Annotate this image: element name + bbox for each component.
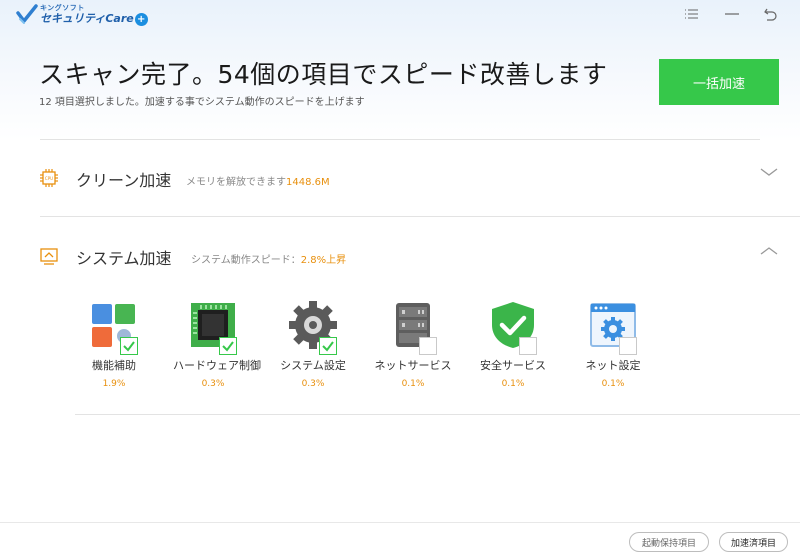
item-system-settings[interactable]: システム設定 0.3%: [273, 300, 353, 389]
item-security-service[interactable]: 安全サービス 0.1%: [473, 300, 553, 389]
cpu-icon: CPU: [40, 169, 58, 187]
system-section-desc: システム動作スピード：2.8%上昇: [191, 251, 346, 266]
boost-all-button[interactable]: 一括加速: [659, 59, 779, 105]
minimize-icon: [725, 13, 739, 15]
brand-small-text: キングソフト: [40, 3, 85, 12]
chevron-up-icon[interactable]: [759, 244, 779, 258]
page-title: スキャン完了。54個の項目でスピード改善します: [39, 60, 608, 89]
item-net-settings[interactable]: ネット設定 0.1%: [573, 300, 653, 389]
svg-text:CPU: CPU: [45, 176, 53, 181]
menu-icon: [685, 9, 698, 19]
system-desc-value: 2.8%上昇: [300, 255, 347, 266]
monitor-icon: [40, 248, 58, 265]
item-percent: 0.3%: [301, 379, 325, 389]
item-percent: 1.9%: [102, 379, 126, 389]
menu-button[interactable]: [682, 4, 702, 24]
back-button[interactable]: [761, 4, 781, 24]
clean-desc-text: メモリを解放できます: [186, 177, 286, 188]
item-checkbox[interactable]: [219, 337, 237, 355]
item-name: ハードウェア制御: [173, 359, 261, 372]
item-percent: 0.1%: [401, 379, 425, 389]
item-checkbox[interactable]: [519, 337, 537, 355]
item-name: 機能補助: [92, 359, 136, 372]
item-name: システム設定: [280, 359, 346, 372]
minimize-button[interactable]: [722, 4, 742, 24]
page-subtitle: 12 項目選択しました。加速する事でシステム動作のスピードを上げます: [39, 97, 365, 108]
brand-name-text: セキュリティCare: [40, 11, 134, 25]
item-name: ネット設定: [585, 359, 641, 372]
footer-divider: [0, 522, 800, 523]
clean-section-desc: メモリを解放できます1448.6M: [186, 173, 330, 188]
item-percent: 0.1%: [601, 379, 625, 389]
check-icon: [222, 341, 234, 352]
chevron-down-icon[interactable]: [759, 166, 779, 180]
item-checkbox[interactable]: [619, 337, 637, 355]
item-percent: 0.3%: [201, 379, 225, 389]
brand-name: セキュリティCare +: [40, 11, 148, 26]
divider: [40, 216, 800, 217]
item-checkbox[interactable]: [319, 337, 337, 355]
brand-badge: +: [134, 12, 148, 26]
item-hardware-control[interactable]: ハードウェア制御 0.3%: [173, 300, 261, 389]
app-logo: キングソフト セキュリティCare +: [16, 3, 148, 27]
divider: [75, 414, 800, 415]
item-checkbox[interactable]: [120, 337, 138, 355]
item-checkbox[interactable]: [419, 337, 437, 355]
item-name: ネットサービス: [374, 359, 452, 372]
divider: [40, 139, 760, 140]
check-icon: [123, 341, 135, 352]
item-percent: 0.1%: [501, 379, 525, 389]
check-icon: [322, 341, 334, 352]
accelerated-items-button[interactable]: 加速済項目: [719, 532, 788, 552]
back-icon: [764, 8, 777, 21]
clean-desc-value: 1448.6M: [286, 177, 330, 188]
item-function-assist[interactable]: 機能補助 1.9%: [74, 300, 154, 389]
startup-items-button[interactable]: 起動保持項目: [629, 532, 709, 552]
system-desc-text: システム動作スピード：: [191, 255, 301, 266]
item-name: 安全サービス: [480, 359, 546, 372]
check-wing-icon: [16, 4, 38, 24]
item-net-service[interactable]: ネットサービス 0.1%: [373, 300, 453, 389]
system-section-title: システム加速: [76, 249, 172, 268]
clean-section-title: クリーン加速: [76, 171, 172, 190]
